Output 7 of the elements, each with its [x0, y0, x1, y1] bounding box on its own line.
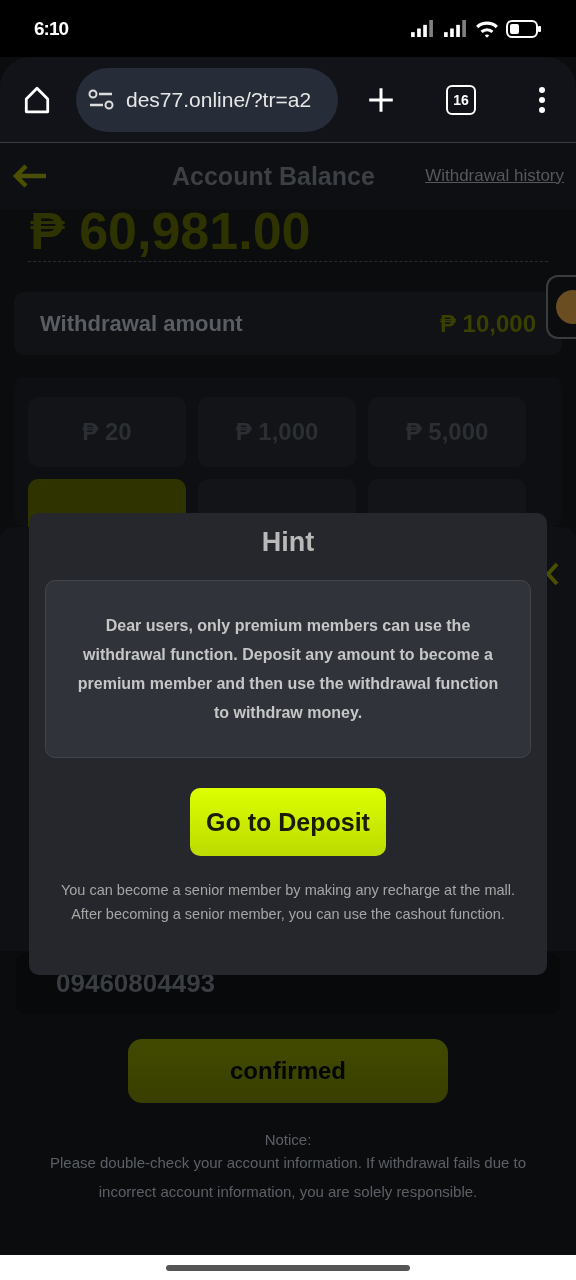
dialog-footnote: You can become a senior member by making any recharge at the mall.	[60, 881, 515, 900]
notice-title: Notice:	[263, 1131, 313, 1148]
dialog-title: Hint	[261, 527, 315, 558]
dialog-footnote: After becoming a senior member, you can use the cashout function.	[71, 905, 505, 924]
dialog-message: Dear users, only premium members can use the withdrawal function. Deposit any amount to become a premium member and then use the withdrawal function to withdraw money.	[76, 616, 500, 723]
status-time: 6:10	[34, 17, 69, 40]
notice-text: Please double-check your account information. If withdrawal fails due to incorrect account information, you are solely responsible.	[48, 1153, 528, 1202]
